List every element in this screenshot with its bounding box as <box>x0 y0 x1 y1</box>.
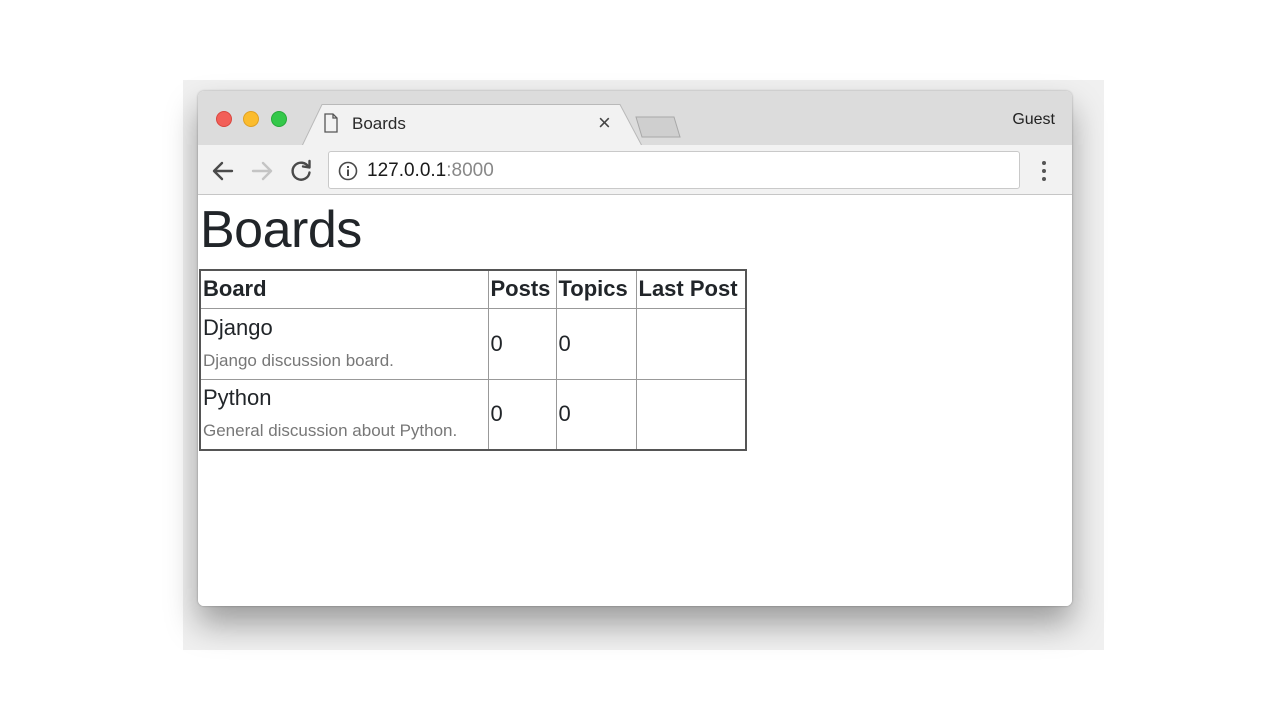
page-icon <box>324 113 338 133</box>
forward-arrow-icon[interactable] <box>249 158 275 184</box>
last-post <box>635 378 747 451</box>
board-description: Django discussion board. <box>203 350 394 370</box>
url-host: 127.0.0.1 <box>367 160 447 181</box>
browser-toolbar: 127.0.0.1:8000 <box>198 145 1072 195</box>
profile-label[interactable]: Guest <box>1012 111 1055 129</box>
tab-close-icon[interactable]: × <box>598 110 611 136</box>
header-posts: Posts <box>487 269 557 309</box>
more-menu-icon[interactable] <box>1034 158 1054 184</box>
last-post <box>635 307 747 380</box>
table-row: Python General discussion about Python. … <box>199 378 747 451</box>
browser-window: Boards × Guest 127.0.0.1:8000 Boards Boa… <box>198 91 1072 606</box>
address-bar[interactable]: 127.0.0.1:8000 <box>328 151 1020 189</box>
maximize-window-button[interactable] <box>271 111 287 127</box>
posts-count: 0 <box>487 307 557 380</box>
new-tab-button[interactable] <box>634 115 682 139</box>
page-content: Boards Board Posts Topics Last Post Djan… <box>198 196 1072 606</box>
board-name: Django <box>203 314 273 340</box>
header-topics: Topics <box>555 269 637 309</box>
board-cell: Django Django discussion board. <box>199 307 489 380</box>
boards-table: Board Posts Topics Last Post Django Djan… <box>199 269 747 451</box>
minimize-window-button[interactable] <box>243 111 259 127</box>
reload-icon[interactable] <box>288 158 314 184</box>
tab-title: Boards <box>352 114 406 133</box>
board-cell: Python General discussion about Python. <box>199 378 489 451</box>
topics-count: 0 <box>555 307 637 380</box>
table-row: Django Django discussion board. 0 0 <box>199 307 747 380</box>
page-title: Boards <box>200 201 362 259</box>
topics-count: 0 <box>555 378 637 451</box>
title-bar: Boards × Guest <box>198 91 1072 146</box>
close-window-button[interactable] <box>216 111 232 127</box>
url-text[interactable]: 127.0.0.1:8000 <box>367 160 494 182</box>
table-header-row: Board Posts Topics Last Post <box>199 269 747 309</box>
url-port: :8000 <box>446 160 494 181</box>
board-name: Python <box>203 385 272 411</box>
back-arrow-icon[interactable] <box>210 158 236 184</box>
posts-count: 0 <box>487 378 557 451</box>
info-icon[interactable] <box>338 161 358 181</box>
header-board: Board <box>199 269 489 309</box>
header-last-post: Last Post <box>635 269 747 309</box>
board-description: General discussion about Python. <box>203 421 458 441</box>
